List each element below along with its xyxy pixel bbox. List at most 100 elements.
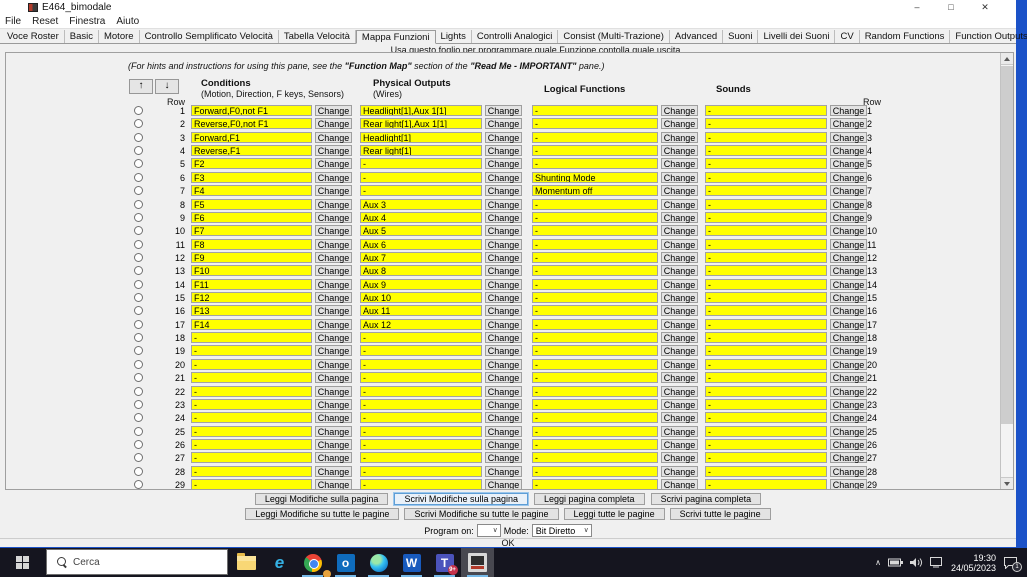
change-conditions-button[interactable]: Change <box>315 479 352 490</box>
row-select-radio[interactable] <box>134 453 143 462</box>
row-select-radio[interactable] <box>134 427 143 436</box>
physical-outputs-field[interactable]: Rear light[1] <box>360 145 482 156</box>
change-conditions-button[interactable]: Change <box>315 185 352 196</box>
move-row-down-button[interactable]: ↓ <box>155 79 179 94</box>
change-conditions-button[interactable]: Change <box>315 172 352 183</box>
change-physical-outputs-button[interactable]: Change <box>485 212 522 223</box>
start-button[interactable] <box>0 548 44 577</box>
conditions-field[interactable]: - <box>191 426 312 437</box>
change-physical-outputs-button[interactable]: Change <box>485 158 522 169</box>
logical-functions-field[interactable]: - <box>532 199 658 210</box>
change-sounds-button[interactable]: Change <box>830 479 867 490</box>
change-logical-functions-button[interactable]: Change <box>661 292 698 303</box>
change-logical-functions-button[interactable]: Change <box>661 118 698 129</box>
change-sounds-button[interactable]: Change <box>830 305 867 316</box>
change-physical-outputs-button[interactable]: Change <box>485 466 522 477</box>
change-physical-outputs-button[interactable]: Change <box>485 292 522 303</box>
conditions-field[interactable]: - <box>191 479 312 490</box>
logical-functions-field[interactable]: - <box>532 386 658 397</box>
sounds-field[interactable]: - <box>705 158 827 169</box>
physical-outputs-field[interactable]: - <box>360 426 482 437</box>
physical-outputs-field[interactable]: Aux 11 <box>360 305 482 316</box>
conditions-field[interactable]: - <box>191 332 312 343</box>
conditions-field[interactable]: - <box>191 412 312 423</box>
change-sounds-button[interactable]: Change <box>830 292 867 303</box>
change-physical-outputs-button[interactable]: Change <box>485 145 522 156</box>
change-logical-functions-button[interactable]: Change <box>661 319 698 330</box>
tab-advanced[interactable]: Advanced <box>670 30 723 43</box>
close-button[interactable]: ✕ <box>968 0 1002 15</box>
physical-outputs-field[interactable]: Headlight[1],Aux 1[1] <box>360 105 482 116</box>
physical-outputs-field[interactable]: - <box>360 158 482 169</box>
outlook-icon[interactable]: o <box>329 548 362 577</box>
sounds-field[interactable]: - <box>705 439 827 450</box>
row-select-radio[interactable] <box>134 467 143 476</box>
conditions-field[interactable]: F7 <box>191 225 312 236</box>
change-sounds-button[interactable]: Change <box>830 225 867 236</box>
logical-functions-field[interactable]: - <box>532 452 658 463</box>
change-logical-functions-button[interactable]: Change <box>661 412 698 423</box>
conditions-field[interactable]: - <box>191 452 312 463</box>
internet-explorer-icon[interactable]: e <box>263 548 296 577</box>
row-select-radio[interactable] <box>134 213 143 222</box>
change-physical-outputs-button[interactable]: Change <box>485 372 522 383</box>
change-logical-functions-button[interactable]: Change <box>661 252 698 263</box>
sounds-field[interactable]: - <box>705 399 827 410</box>
sounds-field[interactable]: - <box>705 479 827 490</box>
tab-lights[interactable]: Lights <box>436 30 472 43</box>
logical-functions-field[interactable]: - <box>532 118 658 129</box>
change-conditions-button[interactable]: Change <box>315 332 352 343</box>
change-conditions-button[interactable]: Change <box>315 132 352 143</box>
change-sounds-button[interactable]: Change <box>830 118 867 129</box>
logical-functions-field[interactable]: - <box>532 305 658 316</box>
change-logical-functions-button[interactable]: Change <box>661 372 698 383</box>
scroll-down-arrow-icon[interactable] <box>1001 477 1013 489</box>
logical-functions-field[interactable]: - <box>532 372 658 383</box>
taskbar-clock[interactable]: 19:30 24/05/2023 <box>951 553 996 573</box>
change-physical-outputs-button[interactable]: Change <box>485 132 522 143</box>
sounds-field[interactable]: - <box>705 279 827 290</box>
conditions-field[interactable]: Forward,F1 <box>191 132 312 143</box>
change-physical-outputs-button[interactable]: Change <box>485 319 522 330</box>
logical-functions-field[interactable]: - <box>532 359 658 370</box>
logical-functions-field[interactable]: - <box>532 212 658 223</box>
change-logical-functions-button[interactable]: Change <box>661 466 698 477</box>
change-physical-outputs-button[interactable]: Change <box>485 412 522 423</box>
scrivi-pagina-completa-button[interactable]: Scrivi pagina completa <box>651 493 762 505</box>
change-physical-outputs-button[interactable]: Change <box>485 172 522 183</box>
change-logical-functions-button[interactable]: Change <box>661 212 698 223</box>
scrivi-modifiche-sulla-pagina-button[interactable]: Scrivi Modifiche sulla pagina <box>394 493 528 505</box>
conditions-field[interactable]: F4 <box>191 185 312 196</box>
change-sounds-button[interactable]: Change <box>830 172 867 183</box>
change-conditions-button[interactable]: Change <box>315 239 352 250</box>
row-select-radio[interactable] <box>134 293 143 302</box>
leggi-modifiche-su-tutte-le-pagine-button[interactable]: Leggi Modifiche su tutte le pagine <box>245 508 399 520</box>
conditions-field[interactable]: F5 <box>191 199 312 210</box>
row-select-radio[interactable] <box>134 173 143 182</box>
physical-outputs-field[interactable]: - <box>360 386 482 397</box>
change-sounds-button[interactable]: Change <box>830 212 867 223</box>
physical-outputs-field[interactable]: - <box>360 399 482 410</box>
sounds-field[interactable]: - <box>705 332 827 343</box>
row-select-radio[interactable] <box>134 106 143 115</box>
sounds-field[interactable]: - <box>705 105 827 116</box>
row-select-radio[interactable] <box>134 253 143 262</box>
change-logical-functions-button[interactable]: Change <box>661 145 698 156</box>
sounds-field[interactable]: - <box>705 118 827 129</box>
sounds-field[interactable]: - <box>705 212 827 223</box>
conditions-field[interactable]: Reverse,F0,not F1 <box>191 118 312 129</box>
change-logical-functions-button[interactable]: Change <box>661 158 698 169</box>
battery-icon[interactable] <box>888 558 903 567</box>
tab-cv[interactable]: CV <box>835 30 859 43</box>
scroll-up-arrow-icon[interactable] <box>1001 53 1013 65</box>
sounds-field[interactable]: - <box>705 359 827 370</box>
row-select-radio[interactable] <box>134 133 143 142</box>
conditions-field[interactable]: F14 <box>191 319 312 330</box>
logical-functions-field[interactable]: - <box>532 439 658 450</box>
sounds-field[interactable]: - <box>705 265 827 276</box>
change-logical-functions-button[interactable]: Change <box>661 265 698 276</box>
row-select-radio[interactable] <box>134 440 143 449</box>
change-sounds-button[interactable]: Change <box>830 345 867 356</box>
edge-icon[interactable] <box>362 548 395 577</box>
conditions-field[interactable]: F2 <box>191 158 312 169</box>
